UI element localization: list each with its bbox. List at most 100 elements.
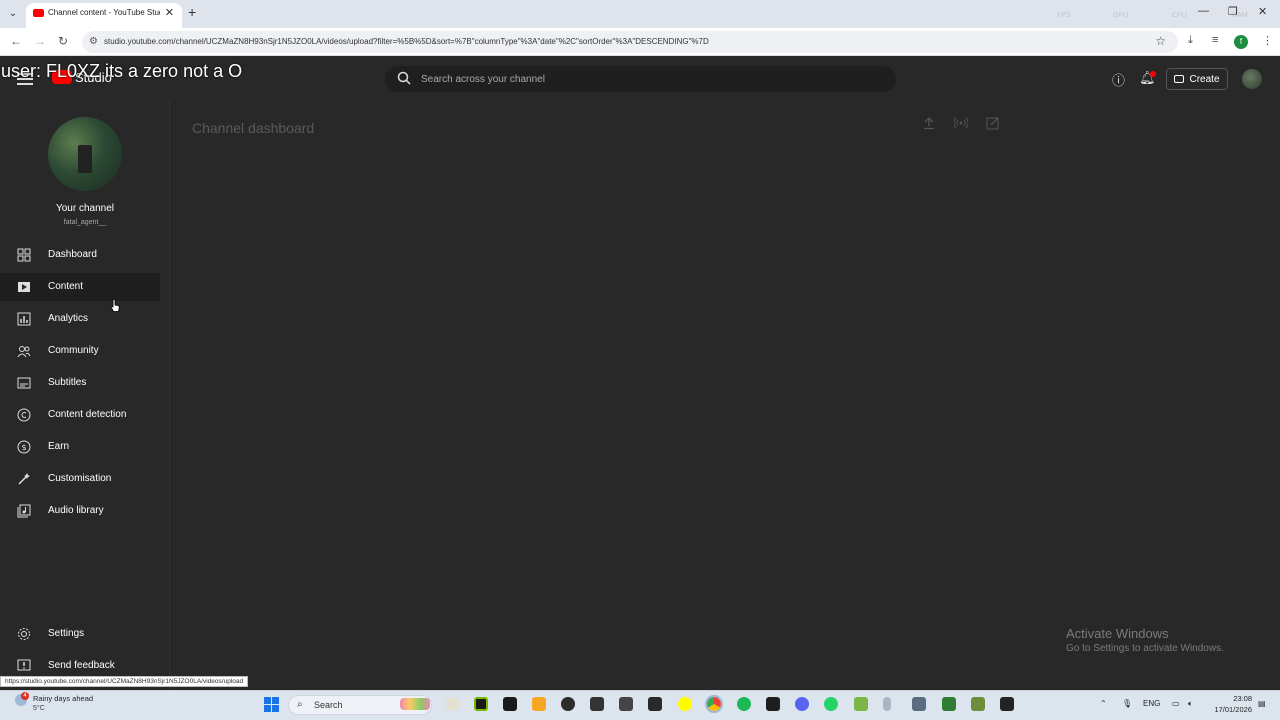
weather-title[interactable]: Rainy days ahead xyxy=(33,694,93,703)
gpu-readout: GPU xyxy=(1113,12,1129,19)
fps-readout: FPS xyxy=(1057,12,1071,19)
sidebar-item-community[interactable]: Community xyxy=(0,337,160,365)
earn-icon: $ xyxy=(17,440,31,454)
browser-tab[interactable]: Channel content - YouTube Studio ✕ xyxy=(26,3,182,28)
minecraft-launcher-icon[interactable] xyxy=(854,697,868,711)
sidebar-item-label: Content detection xyxy=(48,409,127,420)
creeper-app-icon[interactable] xyxy=(942,697,956,711)
sidebar-item-label: Content xyxy=(48,281,84,292)
epic-games-icon[interactable] xyxy=(648,697,662,711)
sidebar-item-content[interactable]: Content xyxy=(0,273,160,301)
nvidia-app-icon[interactable] xyxy=(474,697,488,711)
go-live-icon[interactable] xyxy=(954,116,968,130)
taskbar-time[interactable]: 23:08 xyxy=(1210,694,1252,703)
community-icon xyxy=(17,346,31,358)
minimize-window-icon[interactable]: — xyxy=(1198,5,1209,17)
analytics-icon xyxy=(17,312,31,326)
main-content xyxy=(171,100,1280,690)
sidebar-item-subtitles[interactable]: Subtitles xyxy=(0,369,160,397)
sidebar-item-dashboard[interactable]: Dashboard xyxy=(0,241,160,269)
browser-toolbar: ← → ↻ ⚙ studio.youtube.com/channel/UCZMa… xyxy=(0,28,1280,56)
notification-dot xyxy=(1150,71,1156,77)
terminal-app-icon[interactable] xyxy=(503,697,517,711)
channel-handle: fatal_agent__ xyxy=(63,219,107,226)
audio-library-icon xyxy=(17,504,31,518)
language-indicator[interactable]: ENG xyxy=(1143,699,1160,708)
obs-app-icon[interactable] xyxy=(561,697,575,711)
snapchat-app-icon[interactable] xyxy=(678,697,692,711)
roblox-app-icon[interactable] xyxy=(590,697,604,711)
volume-icon[interactable]: 🔈︎ xyxy=(1188,699,1193,709)
sidebar-item-label: Subtitles xyxy=(48,377,87,388)
sidebar-item-content-detection[interactable]: Content detection xyxy=(0,401,160,429)
url-text: studio.youtube.com/channel/UCZMaZN8H93nS… xyxy=(104,37,709,46)
youtube-favicon-icon xyxy=(33,9,44,17)
page-title: Channel dashboard xyxy=(192,120,315,136)
svg-text:$: $ xyxy=(21,443,26,452)
weather-badge: 4 xyxy=(21,692,29,700)
taskbar-search-label: Search xyxy=(314,700,343,710)
search-highlight-image xyxy=(400,698,430,710)
capcut-app-icon[interactable] xyxy=(766,697,780,711)
dashboard-icon xyxy=(17,248,31,262)
browser-profile-avatar[interactable]: f xyxy=(1234,35,1248,49)
whatsapp-app-icon[interactable] xyxy=(824,697,838,711)
new-tab-button[interactable]: + xyxy=(188,4,196,20)
download-icon[interactable]: ⤓ xyxy=(1188,34,1193,47)
search-icon xyxy=(397,71,411,85)
sidebar-item-analytics[interactable]: Analytics xyxy=(0,305,160,333)
search-icon: ⌕ xyxy=(297,699,303,710)
create-button[interactable]: Create xyxy=(1166,68,1228,90)
windows-start-icon[interactable] xyxy=(264,697,279,712)
notepad-app-icon[interactable] xyxy=(619,697,633,711)
create-video-icon xyxy=(1174,74,1185,83)
mouse-app-icon[interactable] xyxy=(883,697,891,711)
taskbar-app-icon[interactable] xyxy=(445,697,459,711)
restore-window-icon[interactable]: ❐ xyxy=(1228,5,1238,18)
sidebar-item-settings[interactable]: Settings xyxy=(0,620,160,648)
taskbar-date[interactable]: 17/01/2026 xyxy=(1202,705,1252,714)
tray-chevron-icon[interactable]: ⌃ xyxy=(1100,699,1107,708)
search-input[interactable] xyxy=(421,69,881,89)
xbox-app-icon[interactable] xyxy=(1000,697,1014,711)
sidebar-item-label: Audio library xyxy=(48,505,104,516)
channel-avatar[interactable] xyxy=(48,117,122,191)
back-arrow-icon[interactable]: ← xyxy=(10,34,22,48)
channel-search[interactable] xyxy=(385,66,896,92)
network-icon[interactable]: ▭ xyxy=(1172,699,1180,708)
sidebar-item-customisation[interactable]: Customisation xyxy=(0,465,160,493)
hand-cursor-icon xyxy=(110,299,120,312)
file-explorer-icon[interactable] xyxy=(532,697,546,711)
sidebar-item-earn[interactable]: $ Earn xyxy=(0,433,160,461)
spotify-app-icon[interactable] xyxy=(737,697,751,711)
link-status-bar: https://studio.youtube.com/channel/UCZMa… xyxy=(0,676,249,687)
chrome-app-icon[interactable] xyxy=(705,695,723,713)
tab-close-icon[interactable]: ✕ xyxy=(165,6,174,19)
sidebar-item-label: Settings xyxy=(48,628,85,639)
calculator-app-icon[interactable] xyxy=(912,697,926,711)
bookmark-star-icon[interactable]: ☆ xyxy=(1155,34,1166,48)
help-icon[interactable]: ⓘ xyxy=(1112,70,1125,89)
discord-app-icon[interactable] xyxy=(795,697,809,711)
windows-taskbar xyxy=(0,690,1280,720)
reload-icon[interactable]: ↻ xyxy=(58,34,68,48)
minecraft-app-icon[interactable] xyxy=(971,697,985,711)
forward-arrow-icon[interactable]: → xyxy=(34,34,46,48)
site-info-icon[interactable]: ⚙ xyxy=(89,36,98,47)
sidebar-item-audio-library[interactable]: Audio library xyxy=(0,497,160,525)
channel-title[interactable]: Your channel xyxy=(0,203,170,214)
reading-list-icon[interactable]: ≡ xyxy=(1212,34,1218,46)
account-avatar[interactable] xyxy=(1242,69,1262,89)
create-post-icon[interactable] xyxy=(986,116,1000,130)
subtitles-icon xyxy=(17,377,31,389)
customisation-icon xyxy=(18,473,30,485)
upload-icon[interactable] xyxy=(922,116,936,130)
close-window-icon[interactable]: ✕ xyxy=(1258,5,1267,18)
microphone-icon[interactable]: 🎙︎ xyxy=(1122,699,1132,708)
tab-search-dropdown[interactable]: ⌄ xyxy=(4,6,22,22)
copyright-icon xyxy=(17,408,31,422)
browser-menu-icon[interactable]: ⋮ xyxy=(1262,34,1273,47)
address-bar[interactable]: ⚙ studio.youtube.com/channel/UCZMaZN8H93… xyxy=(82,31,1178,53)
notification-center-icon[interactable]: ▤ xyxy=(1258,699,1266,708)
browser-tab-bar: ⌄ Channel content - YouTube Studio ✕ + F… xyxy=(0,0,1280,28)
